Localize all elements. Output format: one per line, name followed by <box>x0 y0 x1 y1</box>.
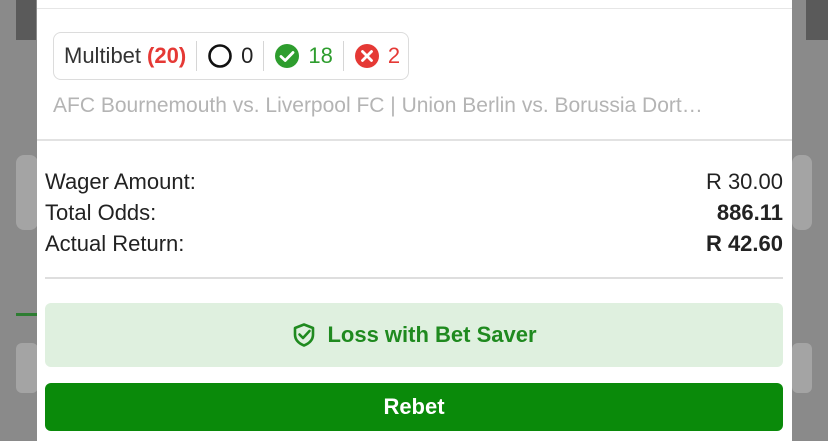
circle-outline-icon <box>207 43 233 69</box>
won-count: 18 <box>274 43 333 69</box>
background-card <box>792 155 812 230</box>
bet-type: Multibet (20) <box>64 43 186 69</box>
wager-row: Wager Amount: R 30.00 <box>45 167 783 197</box>
divider <box>37 8 792 9</box>
background-card <box>16 343 38 393</box>
matches-list[interactable]: AFC Bournemouth vs. Liverpool FC | Union… <box>53 94 773 118</box>
selection-count: (20) <box>147 43 187 68</box>
background-card <box>16 155 38 230</box>
shield-check-icon <box>291 322 317 348</box>
x-circle-icon <box>354 43 380 69</box>
rebet-button[interactable]: Rebet <box>45 383 783 431</box>
background-card <box>792 343 812 393</box>
divider <box>45 277 783 279</box>
divider <box>263 41 265 71</box>
wager-label: Wager Amount: <box>45 169 196 194</box>
divider <box>196 41 198 71</box>
odds-label: Total Odds: <box>45 200 157 225</box>
bet-type-label: Multibet <box>64 43 142 68</box>
bet-saver-banner[interactable]: Loss with Bet Saver <box>45 303 783 367</box>
divider <box>37 139 792 141</box>
pending-value: 0 <box>241 43 254 68</box>
lost-count: 2 <box>354 43 400 69</box>
background-panel <box>806 0 828 40</box>
wager-value: R 30.00 <box>705 169 783 194</box>
background-panel <box>16 0 36 40</box>
check-circle-icon <box>274 43 300 69</box>
bet-detail-card: Multibet (20) 0 18 2 AFC Bournemouth vs.… <box>37 0 792 441</box>
odds-row: Total Odds: 886.11 <box>45 198 783 228</box>
divider <box>342 41 344 71</box>
return-row: Actual Return: R 42.60 <box>45 229 783 259</box>
background-tab-indicator <box>16 313 38 316</box>
odds-value: 886.11 <box>716 200 783 225</box>
won-value: 18 <box>308 43 333 68</box>
return-value: R 42.60 <box>705 231 783 256</box>
bet-saver-label: Loss with Bet Saver <box>327 322 537 347</box>
lost-value: 2 <box>387 43 401 68</box>
return-label: Actual Return: <box>45 231 185 256</box>
bet-summary-box: Multibet (20) 0 18 2 <box>53 32 410 80</box>
pending-count: 0 <box>207 43 253 69</box>
